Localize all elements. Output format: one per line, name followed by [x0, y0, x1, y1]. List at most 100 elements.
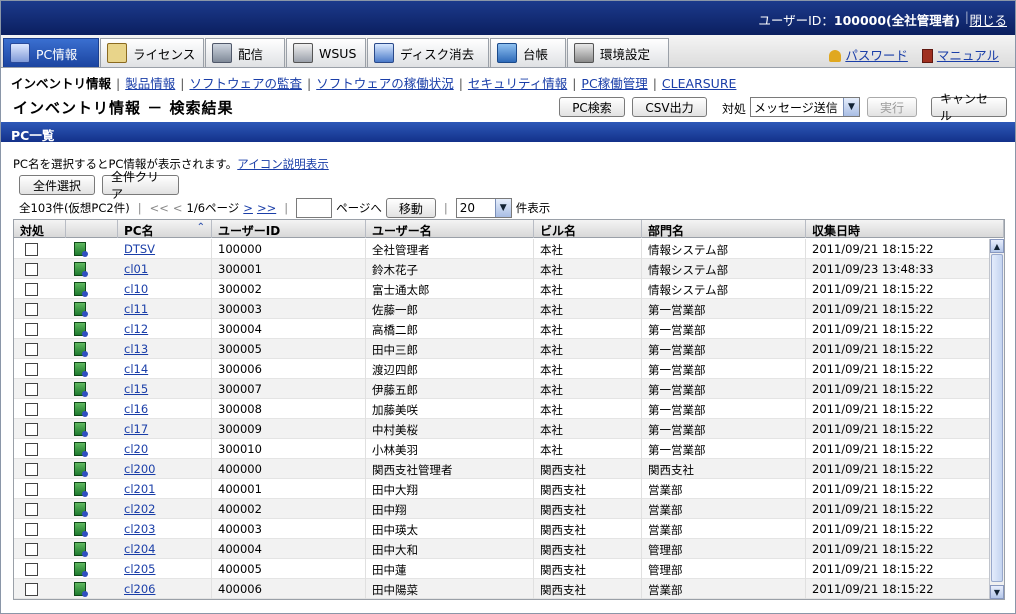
row-checkbox[interactable] — [25, 583, 38, 596]
subnav-security-info[interactable]: セキュリティ情報 — [468, 76, 567, 91]
last-page-link[interactable]: >> — [257, 201, 276, 215]
col-department[interactable]: 部門名 — [642, 220, 806, 238]
row-checkbox[interactable] — [25, 343, 38, 356]
col-user-name[interactable]: ユーザー名 — [366, 220, 534, 238]
cell-pc-name[interactable]: cl13 — [118, 339, 212, 359]
cell-building: 本社 — [534, 399, 642, 419]
row-checkbox[interactable] — [25, 243, 38, 256]
cell-pc-name[interactable]: cl20 — [118, 439, 212, 459]
row-checkbox[interactable] — [25, 403, 38, 416]
cell-pc-name[interactable]: cl01 — [118, 259, 212, 279]
scroll-up-icon[interactable]: ▲ — [990, 239, 1004, 253]
tab-license[interactable]: ライセンス — [100, 38, 204, 67]
row-checkbox[interactable] — [25, 363, 38, 376]
cell-pc-name[interactable]: cl11 — [118, 299, 212, 319]
row-checkbox[interactable] — [25, 283, 38, 296]
cell-pc-name[interactable]: cl16 — [118, 399, 212, 419]
cell-pc-name[interactable]: DTSV — [118, 239, 212, 259]
row-checkbox[interactable] — [25, 443, 38, 456]
user-id-label: ユーザーID： — [758, 13, 834, 28]
execute-button[interactable]: 実行 — [867, 97, 917, 117]
icon-legend-link[interactable]: アイコン説明表示 — [237, 157, 328, 171]
table-row: cl205 400005 田中蓮 関西支社 管理部 2011/09/21 18:15:22 — [14, 559, 990, 579]
subnav-product-info[interactable]: 製品情報 — [125, 76, 175, 91]
tab-label: 台帳 — [523, 46, 549, 62]
per-page-select[interactable]: 20 ▼ — [455, 198, 512, 218]
table-scrollbar[interactable]: ▲ ▼ — [989, 239, 1004, 599]
cell-pc-name[interactable]: cl203 — [118, 519, 212, 539]
subnav-clearsure[interactable]: CLEARSURE — [662, 76, 737, 91]
select-all-button[interactable]: 全件選択 — [19, 175, 95, 195]
subnav-software-usage[interactable]: ソフトウェアの稼働状況 — [316, 76, 454, 91]
page-number-input[interactable] — [296, 198, 333, 218]
cell-pc-name[interactable]: cl206 — [118, 579, 212, 599]
pc-status-icon — [74, 462, 88, 477]
subnav-software-audit[interactable]: ソフトウェアの監査 — [189, 76, 302, 91]
row-checkbox[interactable] — [25, 383, 38, 396]
cell-department: 第一営業部 — [642, 379, 806, 399]
close-link[interactable]: 閉じる — [969, 10, 1007, 29]
password-link[interactable]: パスワード — [845, 48, 908, 63]
cell-building: 本社 — [534, 419, 642, 439]
table-row: cl16 300008 加藤美咲 本社 第一営業部 2011/09/21 18:15:22 — [14, 399, 990, 419]
first-page-link[interactable]: << — [150, 201, 169, 215]
tab-settings[interactable]: 環境設定 — [567, 38, 669, 67]
pc-search-button[interactable]: PC検索 — [559, 97, 625, 117]
cell-user-id: 400001 — [212, 479, 366, 499]
subnav-pc-operation[interactable]: PC稼働管理 — [581, 76, 647, 91]
row-checkbox[interactable] — [25, 543, 38, 556]
col-user-id[interactable]: ユーザーID — [212, 220, 366, 238]
cancel-button[interactable]: キャンセル — [931, 92, 1007, 123]
cell-pc-name[interactable]: cl12 — [118, 319, 212, 339]
cell-pc-name[interactable]: cl204 — [118, 539, 212, 559]
row-checkbox[interactable] — [25, 423, 38, 436]
row-checkbox[interactable] — [25, 323, 38, 336]
row-checkbox[interactable] — [25, 563, 38, 576]
csv-output-button[interactable]: CSV出力 — [632, 97, 707, 117]
cell-department: 第一営業部 — [642, 439, 806, 459]
scrollbar-thumb[interactable] — [991, 254, 1003, 582]
col-action[interactable]: 対処 — [14, 220, 66, 238]
row-checkbox[interactable] — [25, 463, 38, 476]
row-checkbox[interactable] — [25, 263, 38, 276]
cell-pc-name[interactable]: cl201 — [118, 479, 212, 499]
tab-label: PC情報 — [36, 46, 78, 62]
pc-status-icon — [74, 382, 88, 397]
tab-ledger[interactable]: 台帳 — [490, 38, 566, 67]
next-page-link[interactable]: > — [243, 201, 253, 215]
col-pc-name[interactable]: PC名 ⌃ — [118, 220, 212, 238]
cell-pc-name[interactable]: cl205 — [118, 559, 212, 579]
cell-pc-name[interactable]: cl14 — [118, 359, 212, 379]
cell-pc-name[interactable]: cl202 — [118, 499, 212, 519]
tab-wsus[interactable]: WSUS — [286, 38, 366, 67]
pc-status-icon — [74, 342, 88, 357]
tab-pc-info[interactable]: PC情報 — [3, 38, 99, 67]
clear-all-button[interactable]: 全件クリア — [102, 170, 179, 201]
scroll-down-icon[interactable]: ▼ — [990, 585, 1004, 599]
tab-distribution[interactable]: 配信 — [205, 38, 285, 67]
top-bar: ユーザーID：100000(全社管理者) | 閉じる — [1, 1, 1015, 35]
disk-erase-icon — [374, 43, 394, 63]
row-checkbox[interactable] — [25, 523, 38, 536]
tab-disk-erase[interactable]: ディスク消去 — [367, 38, 489, 67]
row-checkbox[interactable] — [25, 483, 38, 496]
cell-building: 関西支社 — [534, 579, 642, 599]
cell-user-id: 100000 — [212, 239, 366, 259]
cell-user-id: 300007 — [212, 379, 366, 399]
move-button[interactable]: 移動 — [385, 198, 436, 218]
row-checkbox[interactable] — [25, 303, 38, 316]
sort-icon[interactable]: ⌃ — [197, 222, 205, 233]
col-collected-at[interactable]: 収集日時 — [806, 220, 1004, 238]
action-select[interactable]: メッセージ送信 ▼ — [750, 97, 860, 117]
pc-status-icon — [74, 582, 88, 597]
manual-link[interactable]: マニュアル — [937, 48, 999, 63]
col-building[interactable]: ビル名 — [534, 220, 642, 238]
cell-pc-name[interactable]: cl17 — [118, 419, 212, 439]
section-header: PC一覧 — [1, 122, 1015, 143]
cell-pc-name[interactable]: cl15 — [118, 379, 212, 399]
cell-pc-name[interactable]: cl200 — [118, 459, 212, 479]
main-tabs: PC情報 ライセンス 配信 WSUS ディスク消去 台帳 環境設定 パスワード … — [1, 35, 1015, 68]
prev-page-link[interactable]: < — [173, 201, 183, 215]
cell-pc-name[interactable]: cl10 — [118, 279, 212, 299]
row-checkbox[interactable] — [25, 503, 38, 516]
